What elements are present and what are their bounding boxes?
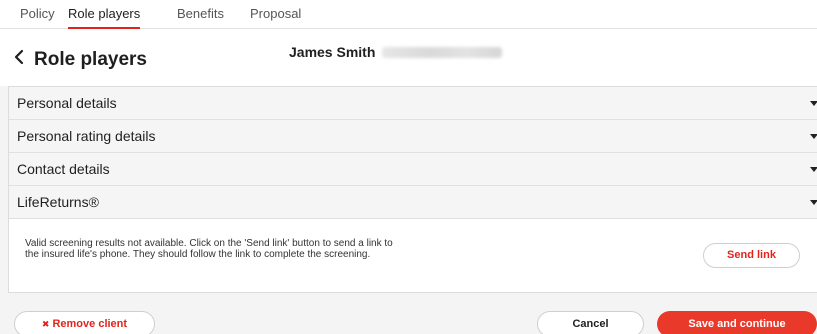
accordion-label: Contact details xyxy=(17,161,110,177)
tab-policy[interactable]: Policy xyxy=(20,0,55,29)
chevron-left-icon[interactable] xyxy=(12,49,26,65)
cancel-button[interactable]: Cancel xyxy=(537,311,644,334)
accordion-label: Personal details xyxy=(17,95,117,111)
role-player-panel: Personal details Personal rating details… xyxy=(8,86,817,293)
save-and-continue-button[interactable]: Save and continue xyxy=(657,311,817,334)
tab-benefits[interactable]: Benefits xyxy=(177,0,224,29)
page-header: Role players James Smith xyxy=(0,29,817,86)
accordion-contact-details[interactable]: Contact details xyxy=(9,153,817,186)
accordion-personal-rating-details[interactable]: Personal rating details xyxy=(9,120,817,153)
page-title: Role players xyxy=(34,49,147,70)
accordion-label: LifeReturns® xyxy=(17,194,99,210)
redacted-client-id xyxy=(382,47,502,58)
caret-down-icon xyxy=(810,167,817,172)
send-link-button[interactable]: Send link xyxy=(703,243,800,268)
close-icon: ✖ xyxy=(41,319,50,329)
remove-client-button[interactable]: ✖ Remove client xyxy=(14,311,155,334)
caret-down-icon xyxy=(810,200,817,205)
tab-role-players[interactable]: Role players xyxy=(68,0,141,29)
screening-message: Valid screening results not available. C… xyxy=(25,238,393,260)
accordion-lifereturns[interactable]: LifeReturns® xyxy=(9,186,817,219)
tab-proposal[interactable]: Proposal xyxy=(250,0,301,29)
tab-bar: Policy Role players Benefits Proposal xyxy=(0,0,817,29)
caret-down-icon xyxy=(810,101,817,106)
caret-down-icon xyxy=(810,134,817,139)
client-name: James Smith xyxy=(289,44,376,60)
accordion-label: Personal rating details xyxy=(17,128,156,144)
accordion-personal-details[interactable]: Personal details xyxy=(9,87,817,120)
remove-client-label: Remove client xyxy=(52,318,128,330)
